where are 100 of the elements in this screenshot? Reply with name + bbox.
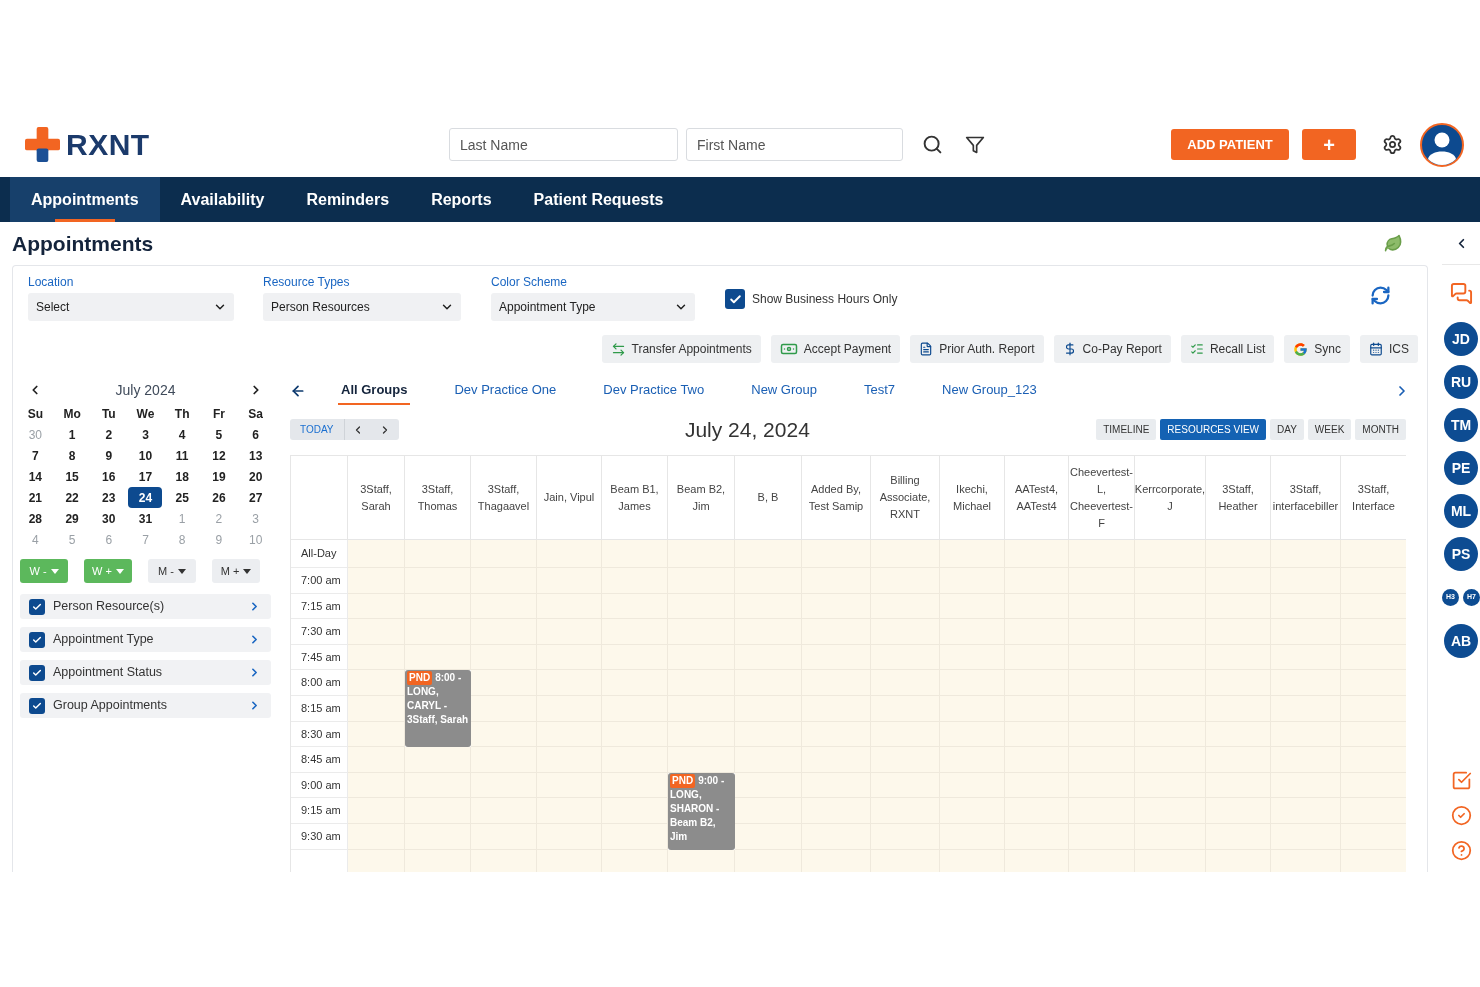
group-tab[interactable]: Dev Practice One [451, 377, 560, 405]
nav-tab[interactable]: Appointments [10, 177, 160, 222]
toolbar-button[interactable]: Accept Payment [770, 335, 901, 363]
column-header: Billing Associate, RXNT [871, 456, 940, 540]
weekday-label: Mo [63, 405, 81, 423]
calendar-day[interactable]: 30 [91, 508, 126, 529]
view-button[interactable]: MONTH [1355, 419, 1406, 440]
nav-tab[interactable]: Reports [410, 177, 513, 222]
toolbar-button[interactable]: Transfer Appointments [601, 335, 761, 363]
appointment-time: 9:00 - [698, 774, 725, 786]
jump-button[interactable]: M + [212, 559, 260, 583]
checkbox[interactable] [29, 664, 45, 681]
group-tab[interactable]: Dev Practice Two [600, 377, 708, 405]
schedule-slot[interactable] [405, 644, 471, 671]
jump-button[interactable]: M - [148, 559, 196, 583]
dropdown-field[interactable]: Select [28, 293, 234, 321]
refresh-icon[interactable] [1370, 285, 1391, 306]
calendar-day[interactable]: 8 [55, 445, 90, 466]
calendar-day[interactable]: 21 [18, 487, 53, 508]
name-search-field[interactable]: First Name [686, 128, 903, 161]
column-header: Cheevertest-L, Cheevertest-F [1069, 456, 1135, 540]
name-search-field[interactable]: Last Name [449, 128, 678, 161]
calendar-day[interactable]: 9 [91, 445, 126, 466]
checked-square-icon[interactable] [1450, 770, 1472, 791]
calendar-day[interactable]: 14 [18, 466, 53, 487]
user-avatar[interactable]: ML [1444, 494, 1478, 528]
calendar-day[interactable]: 22 [55, 487, 90, 508]
calendar-day[interactable]: 28 [18, 508, 53, 529]
calendar-day[interactable]: 11 [165, 445, 200, 466]
filter-section[interactable]: Appointment Status [20, 660, 271, 685]
filter-section[interactable]: Person Resource(s) [20, 594, 271, 619]
group-tab[interactable]: New Group [748, 377, 820, 405]
group-tab[interactable]: All Groups [338, 377, 411, 405]
group-tab[interactable]: Test7 [861, 377, 899, 405]
group-tab[interactable]: New Group_123 [939, 377, 1040, 405]
settings-icon[interactable] [1382, 134, 1403, 155]
user-avatar[interactable]: JD [1444, 322, 1478, 356]
page-title: Appointments [12, 230, 154, 257]
user-avatar[interactable]: RU [1444, 365, 1478, 399]
weekday-label: Th [174, 405, 190, 423]
calendar-day[interactable]: 6 [238, 424, 273, 445]
user-avatar[interactable]: PE [1444, 451, 1478, 485]
dropdown-value: Person Resources [271, 299, 370, 316]
calendar-day[interactable]: 19 [201, 466, 236, 487]
toolbar-button[interactable]: ICS [1360, 335, 1418, 363]
user-avatar[interactable]: PS [1444, 537, 1478, 571]
dropdown-field[interactable]: Appointment Type [491, 293, 695, 321]
view-button[interactable]: WEEK [1307, 419, 1352, 440]
user-avatar[interactable]: TM [1444, 408, 1478, 442]
calendar-day[interactable]: 27 [238, 487, 273, 508]
checkbox[interactable] [29, 598, 45, 615]
calendar-day[interactable]: 13 [238, 445, 273, 466]
calendar-day[interactable]: 5 [201, 424, 236, 445]
calendar-day[interactable]: 16 [91, 466, 126, 487]
avatar-icon[interactable] [1420, 122, 1464, 167]
chat-icon[interactable] [1449, 282, 1473, 305]
leaf-icon[interactable] [1384, 234, 1403, 253]
filter-icon[interactable] [965, 134, 985, 155]
search-icon[interactable] [922, 134, 943, 155]
nav-tab[interactable]: Availability [159, 177, 286, 222]
checkbox[interactable] [29, 697, 45, 714]
calendar-day[interactable]: 1 [55, 424, 90, 445]
calendar-day[interactable]: 17 [128, 466, 163, 487]
view-button[interactable]: DAY [1270, 419, 1304, 440]
time-label: 8:45 am [291, 747, 348, 773]
calendar-day[interactable]: 3 [128, 424, 163, 445]
check-icon [32, 634, 42, 645]
nav-tab[interactable]: Patient Requests [512, 177, 685, 222]
help-icon[interactable] [1450, 840, 1472, 861]
checkbox[interactable] [29, 631, 45, 648]
filter-section[interactable]: Group Appointments [20, 693, 271, 718]
calendar-day[interactable]: 15 [55, 466, 90, 487]
checkbox[interactable] [725, 289, 745, 309]
calendar-day[interactable]: 25 [165, 487, 200, 508]
calendar-day[interactable]: 29 [55, 508, 90, 529]
toolbar-button[interactable]: Recall List [1180, 335, 1275, 363]
calendar-day[interactable]: 20 [238, 466, 273, 487]
dropdown-field[interactable]: Person Resources [263, 293, 461, 321]
filter-section[interactable]: Appointment Type [20, 627, 271, 652]
view-button[interactable]: TIMELINE [1096, 419, 1157, 440]
calendar-day[interactable]: 4 [165, 424, 200, 445]
calendar-day[interactable]: 31 [128, 508, 163, 529]
calendar-day[interactable]: 2 [91, 424, 126, 445]
calendar-day[interactable]: 24 [128, 487, 163, 508]
calendar-day[interactable]: 23 [91, 487, 126, 508]
view-button[interactable]: RESOURCES VIEW [1160, 419, 1267, 440]
calendar-day[interactable]: 18 [165, 466, 200, 487]
calendar-day[interactable]: 26 [201, 487, 236, 508]
toolbar-button[interactable]: Prior Auth. Report [910, 335, 1044, 363]
field-label: Color Scheme [491, 275, 569, 289]
user-avatar[interactable]: AB [1444, 624, 1478, 658]
nav-tab[interactable]: Reminders [285, 177, 411, 222]
toolbar-button[interactable]: Co-Pay Report [1053, 335, 1171, 363]
today-button[interactable]: TODAY [290, 419, 344, 440]
check-circle-icon[interactable] [1450, 805, 1472, 826]
caret-icon [50, 568, 59, 574]
calendar-day[interactable]: 12 [201, 445, 236, 466]
calendar-day[interactable]: 7 [18, 445, 53, 466]
calendar-day[interactable]: 10 [128, 445, 163, 466]
toolbar-button[interactable]: Sync [1284, 335, 1350, 363]
